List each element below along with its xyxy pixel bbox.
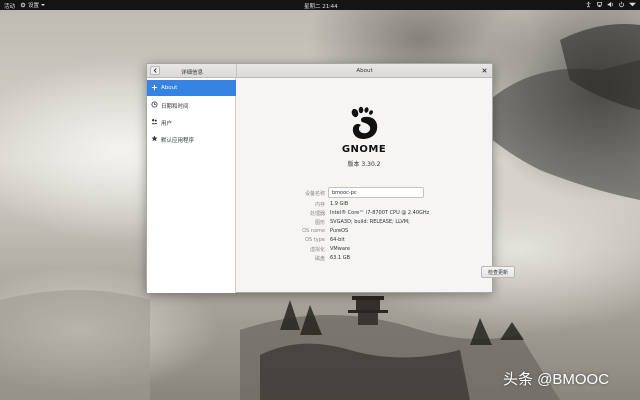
clock-icon [151,101,158,108]
gear-icon [20,2,26,8]
top-bar: 活动 设置 星期二 21∶44 [0,0,640,10]
chevron-down-icon [41,4,46,6]
network-icon [597,2,602,7]
accessibility-icon [586,1,591,8]
back-button[interactable] [150,66,160,75]
memory-label: 内存 [314,202,325,208]
sidebar-item-label: 默认应用程序 [161,138,195,144]
gnome-foot-icon [351,106,378,139]
sidebar-item-about[interactable]: About [147,80,236,96]
sidebar-item-users[interactable]: 用户 [147,114,236,130]
processor-value: Intel® Core™ i7-8700T CPU @ 2.40GHz [330,210,430,216]
device-name-input[interactable] [328,187,424,198]
about-panel: GNOME 版本 3.30.2 设备名称 内存 1.9 GiB 处理器 Inte… [237,78,515,293]
disk-label: 磁盘 [314,256,325,262]
star-icon [151,135,158,142]
close-icon [482,68,487,73]
sidebar-item-label: About [161,85,178,91]
memory-value: 1.9 GiB [330,201,349,207]
os-name-value: PureOS [330,228,349,234]
app-menu-label: 设置 [28,3,40,9]
virtualization-label: 虚拟化 [309,247,325,253]
sidebar-item-label: 日期和时间 [161,104,189,110]
sidebar-item-label: 用户 [161,121,173,127]
os-name-label: OS name [302,228,325,234]
header-bar: 详细信息 About [147,64,492,78]
sidebar-item-date-time[interactable]: 日期和时间 [147,97,236,113]
graphics-label: 图形 [314,220,325,226]
volume-icon [607,1,614,8]
disk-value: 63.1 GB [330,255,351,261]
sidebar: About 日期和时间 用户 默认应用程序 [147,78,236,293]
plus-icon [151,84,158,91]
users-icon [151,119,158,125]
watermark: 头条 @BMOOC [503,371,610,388]
os-type-label: OS type [305,237,325,243]
chevron-left-icon [153,68,157,73]
clock[interactable]: 星期二 21∶44 [304,2,338,10]
page-title: About [356,68,373,74]
activities-button[interactable]: 活动 [4,2,15,10]
status-area[interactable] [585,1,636,8]
check-updates-button[interactable]: 检查更新 [481,266,515,278]
sidebar-title: 详细信息 [181,70,204,76]
chevron-down-icon [629,2,636,7]
power-icon [619,1,624,8]
settings-window: 详细信息 About About 日期和时间 用户 默认应用程序 GNOME 版… [146,63,515,293]
app-menu-button[interactable]: 设置 [20,1,46,9]
version-label: 版本 3.30.2 [347,161,381,168]
graphics-value: SVGA3D; build: RELEASE; LLVM; [330,219,410,225]
processor-label: 处理器 [309,211,325,217]
virtualization-value: VMware [330,246,350,252]
device-name-label: 设备名称 [304,191,325,197]
gnome-logo-text: GNOME [341,144,387,155]
os-type-value: 64-bit [330,237,345,243]
close-button[interactable] [481,67,488,74]
sidebar-item-default-apps[interactable]: 默认应用程序 [147,131,236,147]
